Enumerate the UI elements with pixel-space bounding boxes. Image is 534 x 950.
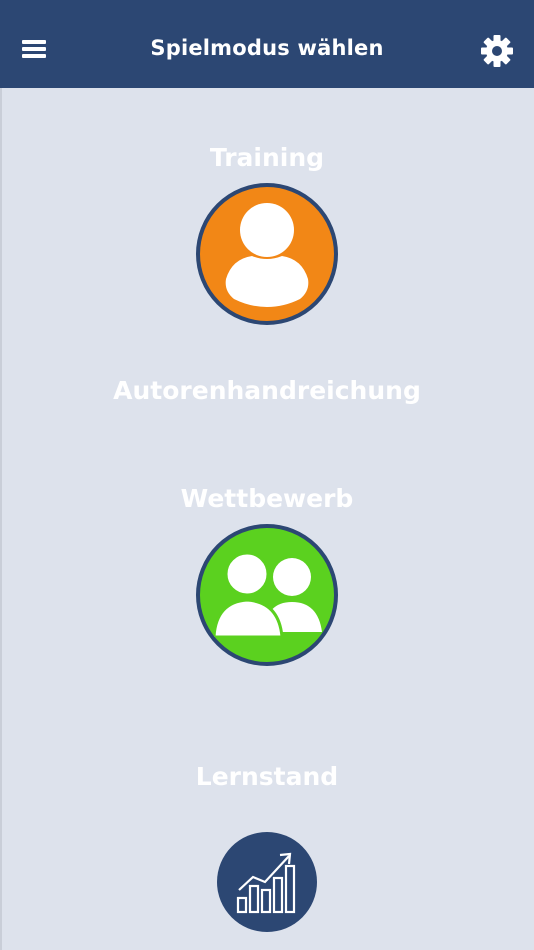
wettbewerb-button[interactable] xyxy=(196,524,338,666)
lernstand-label[interactable]: Lernstand xyxy=(0,762,534,791)
growth-chart-icon xyxy=(236,852,296,914)
app-header: Spielmodus wählen xyxy=(0,0,534,88)
page-title: Spielmodus wählen xyxy=(150,36,384,60)
training-label[interactable]: Training xyxy=(0,143,534,172)
autorenhandreichung-link[interactable]: Autorenhandreichung xyxy=(0,376,534,405)
training-button[interactable] xyxy=(196,183,338,325)
wettbewerb-label[interactable]: Wettbewerb xyxy=(0,484,534,513)
lernstand-button[interactable] xyxy=(217,832,317,932)
gear-icon[interactable] xyxy=(479,33,515,69)
edge-divider xyxy=(0,88,2,950)
group-icon xyxy=(212,551,322,639)
person-icon xyxy=(225,203,309,307)
